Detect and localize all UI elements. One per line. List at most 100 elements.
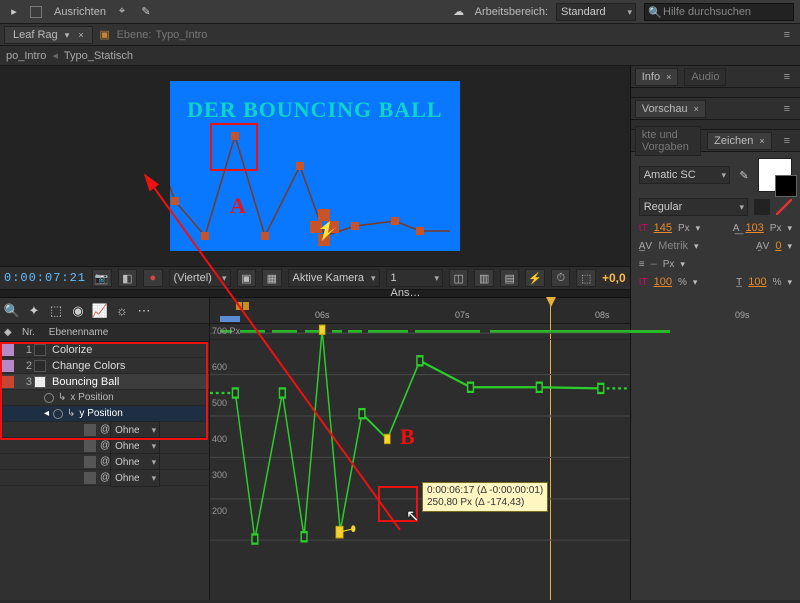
timeline-button[interactable]: ⏱ [551,269,571,287]
parent-select[interactable]: Ohne [110,469,160,487]
axis-tick: 600 [212,362,227,372]
parent-row[interactable]: @Ohne [0,454,209,470]
close-icon[interactable]: × [78,30,83,40]
pickwhip-icon[interactable]: @ [100,456,110,467]
shy-icon[interactable]: ✦ [26,303,42,319]
fast-preview-icon[interactable]: ⚡ [525,269,545,287]
comp-viewer[interactable]: DER BOUNCING BALL A [0,66,630,266]
parent-row[interactable]: @Ohne [0,470,209,486]
layer-row-3[interactable]: 3 Bouncing Ball [0,374,209,390]
no-fill-icon[interactable] [776,199,792,215]
toggle-icon[interactable] [84,424,96,436]
vscale-value[interactable]: 100 [654,276,672,288]
tool-icon[interactable]: ✎ [138,4,154,20]
fill-color-swatch[interactable] [758,158,792,192]
frame-blend-icon[interactable]: ⬚ [48,303,64,319]
layer-row-1[interactable]: 1 Colorize [0,342,209,358]
search-icon: 🔍 [648,6,662,19]
exposure-value[interactable]: +0,0 [602,271,626,285]
brainstorm-icon[interactable]: ☼ [114,303,130,319]
effects-tab[interactable]: kte und Vorgaben [635,126,701,156]
view2-icon[interactable]: ▥ [474,269,494,287]
time-ruler[interactable]: 06s 07s 08s 09s [210,298,630,324]
roi-button[interactable]: ▣ [237,269,257,287]
view3-icon[interactable]: ▤ [500,269,520,287]
hscale-value[interactable]: 100 [748,276,766,288]
grid-button[interactable]: ▦ [262,269,282,287]
prop-y-position[interactable]: ◂ ↳ y Position [0,406,209,422]
close-icon[interactable]: × [759,136,764,146]
workspace-select[interactable]: Standard [556,3,636,21]
eyedropper-icon[interactable]: ✎ [736,167,752,183]
panel-menu-icon[interactable]: ≡ [778,71,796,83]
snapshot-button[interactable]: 📷 [92,269,112,287]
resolution-select[interactable]: (Viertel) [169,269,231,287]
comp-tab[interactable]: Leaf Rag ▾ × [4,26,93,44]
breadcrumb-item[interactable]: po_Intro [6,50,46,62]
pointer-tool-icon[interactable]: ▸ [6,4,22,20]
snap-icon[interactable]: ⌖ [114,4,130,20]
stroke-width-value[interactable]: – [651,258,657,270]
av-col-icon: ◆ [4,327,16,338]
toggle-icon[interactable] [84,456,96,468]
toggle-icon[interactable] [84,440,96,452]
camera-select[interactable]: Aktive Kamera [288,269,380,287]
prop-x-position[interactable]: ↳ x Position [0,390,209,406]
layer-name: Bouncing Ball [52,376,119,388]
more-icon[interactable]: ⋯ [136,303,152,319]
cloud-icon[interactable]: ☁ [451,4,467,20]
panel-menu-icon[interactable]: ≡ [778,135,796,147]
font-size-value[interactable]: 145 [654,222,672,234]
pickwhip-icon[interactable]: @ [100,472,110,483]
current-timecode[interactable]: 0:00:07:21 [4,271,86,285]
layer-type-icon [34,360,46,372]
panel-menu-icon[interactable]: ≡ [778,103,796,115]
search-timeline-icon[interactable]: 🔍 [4,303,20,319]
close-icon[interactable]: × [694,104,699,114]
character-tab[interactable]: Zeichen× [707,132,771,150]
kerning-value[interactable]: Metrik [658,240,688,252]
stroke-swatch[interactable] [754,199,770,215]
help-search[interactable]: 🔍 Hilfe durchsuchen [644,3,794,21]
parent-row[interactable]: @Ohne [0,438,209,454]
panel-menu-icon[interactable]: ≡ [778,29,796,41]
axis-tick: 700 Px [212,326,240,336]
search-placeholder: Hilfe durchsuchen [663,6,751,18]
axis-tick: 200 [212,506,227,516]
annotation-box-a [210,123,258,171]
vscale-icon: IT [639,277,648,288]
views-select[interactable]: 1 Ans… [386,269,443,287]
graph-editor-icon[interactable]: 📈 [92,303,108,319]
close-icon[interactable]: × [666,72,671,82]
pickwhip-icon[interactable]: @ [100,424,110,435]
view1-icon[interactable]: ◫ [449,269,469,287]
graph-icon: ↳ [67,408,75,419]
work-area-bar[interactable] [220,316,240,322]
annotation-a: A [230,193,246,219]
font-style-select[interactable]: Regular [639,198,748,216]
toggle-icon[interactable] [84,472,96,484]
breadcrumb-item[interactable]: Typo_Statisch [64,50,133,62]
channel-button[interactable]: ◧ [118,269,138,287]
leading-value[interactable]: 103 [745,222,763,234]
info-tab[interactable]: Info× [635,68,679,86]
parent-row[interactable]: @Ohne [0,422,209,438]
tab-dropdown-icon[interactable]: ▾ [65,30,70,40]
flowchart-button[interactable]: ⬚ [576,269,596,287]
pickwhip-icon[interactable]: @ [100,440,110,451]
col-name: Ebenenname [49,327,109,338]
mask-button[interactable]: ● [143,269,163,287]
tracking-value[interactable]: 0 [775,240,781,252]
stopwatch-icon[interactable] [53,409,63,419]
preview-tab[interactable]: Vorschau× [635,100,706,118]
align-checkbox[interactable] [30,6,42,18]
font-family-select[interactable]: Amatic SC [639,166,730,184]
stopwatch-icon[interactable] [44,393,54,403]
resolution-value: (Viertel) [174,272,212,284]
layer-row-2[interactable]: 2 Change Colors [0,358,209,374]
graph-icon: ↳ [58,392,66,403]
audio-tab[interactable]: Audio [684,68,726,86]
comp-canvas[interactable]: DER BOUNCING BALL A [170,81,460,251]
motion-blur-icon[interactable]: ◉ [70,303,86,319]
graph-editor[interactable]: 700 Px 600 500 400 300 200 [210,324,630,600]
